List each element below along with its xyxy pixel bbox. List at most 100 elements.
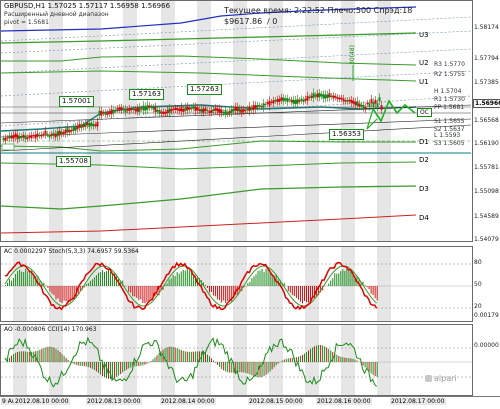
ao-histogram-bar — [29, 352, 30, 362]
ac-histogram-bar — [330, 281, 331, 286]
ao-histogram-bar — [88, 362, 89, 367]
ao-histogram-bar — [356, 361, 357, 362]
candle-body — [37, 134, 39, 137]
ac-histogram-bar — [191, 273, 192, 286]
ao-histogram-bar — [286, 359, 287, 362]
candle-body — [333, 95, 335, 98]
ac-histogram-bar — [348, 271, 349, 286]
candle-body — [159, 110, 161, 114]
price-axis[interactable]: 1.58174 1.57794 1.57385 1.56966 1.56568 … — [473, 0, 500, 242]
pivot-l: L 1.5593 — [434, 132, 460, 139]
ao-histogram-bar — [118, 362, 119, 376]
ac-histogram-bar — [375, 286, 376, 298]
candle-body — [313, 93, 315, 98]
price-box-high-2: 1.57163 — [129, 89, 164, 100]
ao-cci-pane[interactable]: AO -0.000806 CCI(14) 170.963 — [0, 324, 473, 396]
ac-histogram-bar — [136, 286, 137, 298]
ao-histogram-bar — [183, 351, 184, 362]
ac-histogram-bar — [23, 272, 24, 286]
ao-histogram-bar — [340, 357, 341, 362]
candle-body — [219, 109, 221, 113]
candle-body — [169, 108, 171, 113]
session-shade — [13, 1, 27, 242]
ao-histogram-bar — [377, 362, 378, 377]
candle-body — [191, 107, 193, 109]
ac-stoch-canvas[interactable] — [1, 247, 473, 322]
main-chart-pane[interactable]: GBPUSD,H1 1.57025 1.57117 1.56958 1.5696… — [0, 0, 473, 242]
candle-body — [77, 126, 79, 129]
ao-histogram-bar — [150, 361, 151, 362]
candle-body — [15, 133, 17, 137]
pivot-h: H 1.5704 — [434, 88, 461, 95]
ao-histogram-bar — [316, 346, 317, 362]
candle-body — [43, 134, 45, 135]
pivot-s3: S3 1.5605 — [434, 140, 465, 147]
candle-body — [215, 108, 217, 111]
forecast-arrow-label: 30(48) — [349, 45, 356, 65]
ao-histogram-bar — [296, 357, 297, 362]
candle-body — [269, 101, 271, 106]
ao-histogram-bar — [320, 345, 321, 362]
candle-body — [309, 97, 311, 98]
ao-histogram-bar — [284, 360, 285, 362]
ao-histogram-bar — [352, 359, 353, 362]
ao-cci-canvas[interactable] — [1, 325, 473, 396]
ac-histogram-bar — [185, 271, 186, 286]
ac-histogram-bar — [72, 286, 73, 299]
ac-histogram-bar — [296, 286, 297, 298]
ac-histogram-bar — [262, 269, 263, 286]
candle-body — [101, 111, 103, 115]
ao-histogram-bar — [191, 352, 192, 362]
ao-histogram-bar — [167, 347, 168, 362]
ao-histogram-bar — [369, 362, 370, 371]
candle-body — [239, 108, 241, 111]
ao-histogram-bar — [260, 362, 261, 377]
ao-histogram-bar — [49, 347, 50, 362]
ao-histogram-bar — [146, 362, 147, 364]
candle-body — [347, 100, 349, 102]
ao-histogram-bar — [268, 362, 269, 373]
candle-body — [201, 109, 203, 113]
ac-histogram-bar — [294, 286, 295, 296]
candle-body — [335, 96, 337, 98]
ao-histogram-bar — [278, 362, 279, 363]
ao-histogram-bar — [21, 351, 22, 362]
candle-body — [161, 111, 163, 113]
ao-histogram-bar — [350, 358, 351, 362]
candle-body — [105, 112, 107, 114]
candle-body — [119, 107, 121, 109]
level-d1-label: D1 — [419, 138, 429, 146]
candle-body — [81, 125, 83, 128]
ac-histogram-bar — [29, 270, 30, 286]
ao-histogram-bar — [322, 345, 323, 362]
candle-body — [85, 124, 87, 127]
ao-histogram-bar — [62, 354, 63, 362]
candle-body — [331, 96, 333, 97]
ao-histogram-bar — [124, 362, 125, 371]
ac-histogram-bar — [369, 286, 370, 289]
ao-histogram-bar — [53, 348, 54, 362]
level-u1-label: U1 — [419, 78, 429, 86]
ac-histogram-bar — [11, 281, 12, 286]
ao-histogram-bar — [239, 362, 240, 372]
price-chart-canvas[interactable] — [1, 1, 473, 242]
ao-histogram-bar — [223, 362, 224, 370]
ao-histogram-bar — [64, 356, 65, 362]
candle-body — [179, 109, 181, 112]
ao-histogram-bar — [203, 352, 204, 362]
candle-body — [209, 111, 211, 113]
ac-histogram-bar — [104, 272, 105, 286]
candle-body — [7, 137, 9, 138]
time-tick: 2012.08.10 00:00 — [14, 398, 70, 405]
candle-body — [9, 135, 11, 138]
ac-histogram-bar — [189, 270, 190, 286]
ac-histogram-bar — [344, 271, 345, 286]
ac-histogram-bar — [346, 268, 347, 286]
ac-stoch-pane[interactable]: AC 0.0002297 Stoch(5,3,3) 74.6957 59.536… — [0, 246, 473, 322]
candle-body — [265, 104, 267, 105]
ao-histogram-bar — [144, 362, 145, 365]
ac-histogram-bar — [140, 286, 141, 299]
alpari-watermark: alpari — [425, 374, 457, 383]
ac-histogram-bar — [268, 268, 269, 286]
time-axis[interactable]: 9 Aug 2012 2012.08.10 00:00 2012.08.13 0… — [0, 396, 500, 409]
